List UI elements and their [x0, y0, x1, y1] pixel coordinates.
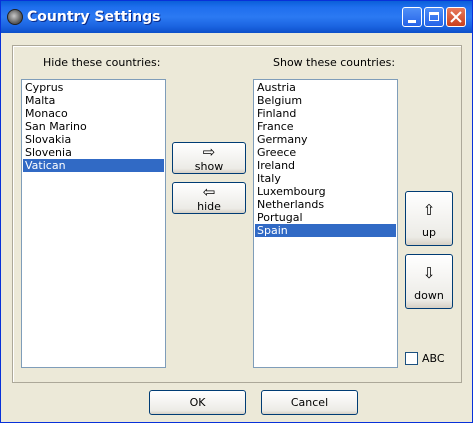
minimize-button[interactable]: [402, 7, 422, 27]
arrow-up-icon: ⇧: [422, 201, 436, 219]
list-item[interactable]: Netherlands: [255, 198, 396, 211]
abc-label: ABC: [422, 352, 445, 365]
up-button-label: up: [422, 226, 436, 239]
up-button[interactable]: ⇧ up: [405, 191, 453, 246]
show-button[interactable]: ⇨ show: [172, 142, 246, 174]
shown-list-label: Show these countries:: [273, 56, 396, 69]
show-button-label: show: [194, 160, 224, 173]
down-button[interactable]: ⇩ down: [405, 254, 453, 309]
window-title: Country Settings: [27, 9, 161, 25]
list-item[interactable]: Cyprus: [23, 81, 164, 94]
list-item[interactable]: Malta: [23, 94, 164, 107]
ok-button[interactable]: OK: [149, 390, 246, 415]
list-item[interactable]: Austria: [255, 81, 396, 94]
list-item[interactable]: Luxembourg: [255, 185, 396, 198]
list-item[interactable]: Finland: [255, 107, 396, 120]
hidden-countries-list[interactable]: Cyprus Malta Monaco San Marino Slovakia Slove…: [21, 79, 166, 368]
list-item[interactable]: Ireland: [255, 159, 396, 172]
list-item[interactable]: Greece: [255, 146, 396, 159]
arrow-right-icon: ⇨: [202, 143, 216, 161]
close-button[interactable]: [446, 7, 466, 27]
shown-countries-list[interactable]: Austria Belgium Finland France Germany Greece…: [253, 79, 398, 368]
country-settings-dialog: Country Settings Hide these countries: C…: [0, 0, 473, 423]
list-item[interactable]: Spain: [255, 224, 396, 237]
down-button-label: down: [414, 289, 444, 302]
list-item[interactable]: Italy: [255, 172, 396, 185]
close-icon: [450, 11, 462, 23]
hide-button[interactable]: ⇦ hide: [172, 182, 246, 214]
abc-checkbox[interactable]: [405, 352, 418, 365]
arrow-down-icon: ⇩: [422, 264, 436, 282]
list-item[interactable]: Monaco: [23, 107, 164, 120]
list-item[interactable]: Slovakia: [23, 133, 164, 146]
globe-icon: [7, 9, 23, 25]
hide-button-label: hide: [197, 200, 221, 213]
arrow-left-icon: ⇦: [202, 183, 216, 201]
list-item[interactable]: San Marino: [23, 120, 164, 133]
cancel-button[interactable]: Cancel: [261, 390, 358, 415]
title-bar[interactable]: Country Settings: [1, 1, 472, 33]
list-item[interactable]: France: [255, 120, 396, 133]
list-item[interactable]: Belgium: [255, 94, 396, 107]
list-item[interactable]: Vatican: [23, 159, 164, 172]
maximize-button[interactable]: [424, 7, 444, 27]
list-item[interactable]: Portugal: [255, 211, 396, 224]
list-item[interactable]: Germany: [255, 133, 396, 146]
hidden-list-label: Hide these countries:: [43, 56, 161, 69]
list-item[interactable]: Slovenia: [23, 146, 164, 159]
